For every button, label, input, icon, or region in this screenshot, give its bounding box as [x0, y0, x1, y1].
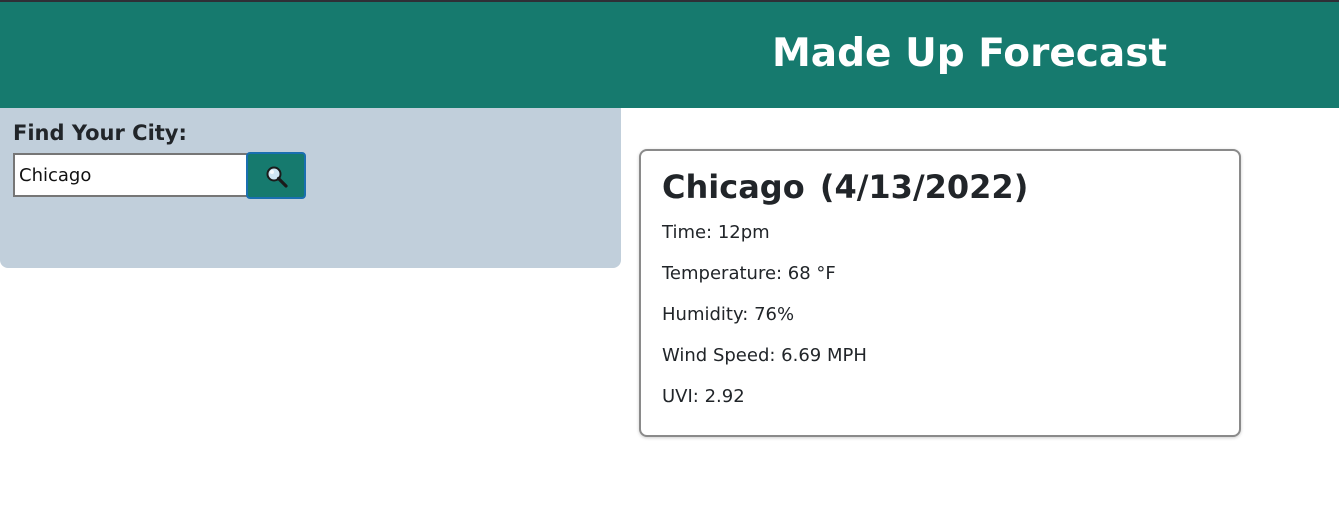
site-title: Made Up Forecast [772, 31, 1168, 76]
site-header: Made Up Forecast [0, 2, 1339, 108]
search-label: Find Your City: [13, 121, 187, 145]
search-button[interactable] [246, 152, 306, 199]
forecast-date: (4/13/2022) [819, 168, 1029, 206]
magnifying-glass-icon [266, 166, 288, 188]
humidity-stat: Humidity: 76% [662, 304, 795, 325]
uvi-stat: UVI: 2.92 [662, 386, 745, 407]
wind-speed-stat: Wind Speed: 6.69 MPH [662, 345, 867, 366]
time-stat: Time: 12pm [662, 222, 770, 243]
current-weather-card: Chicago (4/13/2022) Time: 12pm Temperatu… [639, 149, 1241, 437]
current-weather-title: Chicago (4/13/2022) [662, 168, 1028, 206]
city-search-input[interactable] [13, 153, 247, 197]
city-name: Chicago [662, 168, 805, 206]
search-panel: Find Your City: [0, 108, 621, 268]
temperature-stat: Temperature: 68 °F [662, 263, 836, 284]
